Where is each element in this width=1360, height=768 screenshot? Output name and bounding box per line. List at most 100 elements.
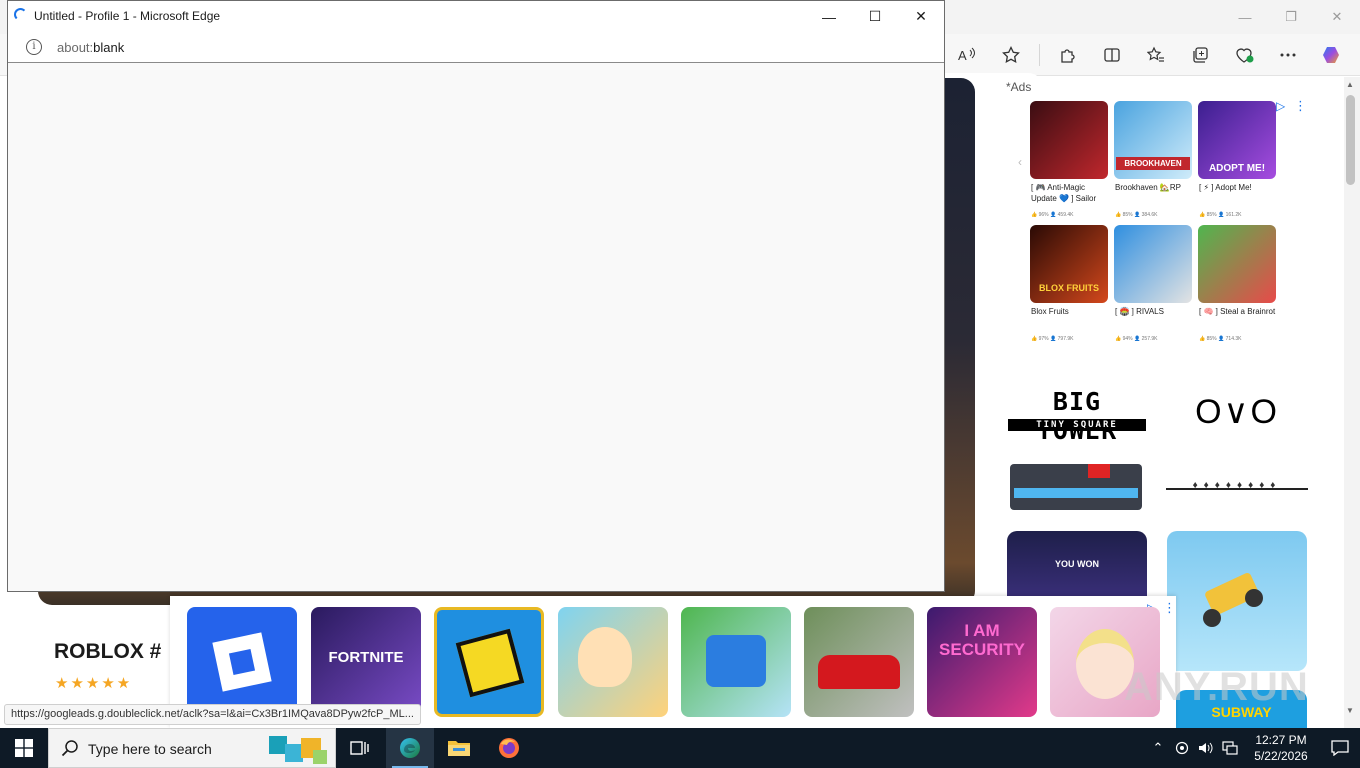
ad-tile[interactable] [1030, 101, 1108, 179]
meet-now-icon[interactable] [1170, 741, 1194, 755]
watermark: ANY.RUN [1124, 665, 1309, 709]
start-button[interactable] [0, 728, 48, 768]
popup-browser-window: Untitled - Profile 1 - Microsoft Edge — … [7, 0, 945, 592]
copilot-icon[interactable] [1312, 39, 1352, 71]
ad-caption[interactable]: [ 🎮 Anti-Magic Update 💙 ] Sailor [1031, 182, 1111, 204]
ad-caption[interactable]: [ ⚡ ] Adopt Me! [1199, 182, 1279, 193]
toolbar-icons: A [947, 34, 1352, 76]
taskbar-firefox-app[interactable] [485, 728, 533, 768]
task-view-icon [350, 741, 369, 755]
search-highlight-puzzle-icon [269, 736, 327, 764]
popup-titlebar: Untitled - Profile 1 - Microsoft Edge — … [8, 1, 944, 32]
ovo-game-tile[interactable]: O∨O ♦♦♦♦♦♦♦♦ [1166, 372, 1308, 512]
read-aloud-icon[interactable]: A [947, 39, 987, 71]
ad-tile[interactable]: BROOKHAVEN [1114, 101, 1192, 179]
i-am-security-app-ad[interactable]: I AM SECURITY [927, 607, 1037, 717]
ad-caption[interactable]: [ 🏟️ ] RIVALS [1115, 306, 1195, 317]
ad-more-icon[interactable]: ⋮ [1294, 98, 1307, 114]
ad-choices-icon[interactable]: ▷ [1276, 99, 1285, 113]
restore-button[interactable]: ❐ [1268, 0, 1314, 34]
minimize-button[interactable]: — [1222, 0, 1268, 34]
ad-caption[interactable]: Brookhaven 🏡RP [1115, 182, 1195, 193]
loading-spinner-icon [14, 8, 27, 21]
geometry-dash-app-ad[interactable] [434, 607, 544, 717]
show-hidden-icons-chevron-icon[interactable]: ⌃ [1146, 740, 1170, 756]
ad-more-icon[interactable]: ⋮ [1163, 600, 1176, 616]
ad-stat: 👍 85% 👤 161.2K [1199, 212, 1242, 218]
ads-label: *Ads [1006, 80, 1032, 94]
ad-tile-text: ADOPT ME! [1208, 163, 1266, 174]
toca-character-icon [578, 627, 632, 687]
clock-time: 12:27 PM [1255, 733, 1307, 747]
volume-icon[interactable] [1194, 741, 1218, 755]
split-screen-icon[interactable] [1092, 39, 1132, 71]
browser-essentials-icon[interactable] [1224, 39, 1264, 71]
dog-runner-app-ad[interactable] [681, 607, 791, 717]
minimize-button[interactable]: — [806, 1, 852, 32]
network-icon[interactable] [1218, 741, 1242, 755]
taskbar-search-box[interactable]: Type here to search [48, 728, 336, 768]
popup-address-bar[interactable]: i about:blank [8, 32, 944, 63]
url-scheme: about: [57, 40, 94, 55]
you-won-text: YOU WON [1055, 559, 1099, 569]
maximize-button[interactable]: ☐ [852, 1, 898, 32]
extensions-icon[interactable] [1048, 39, 1088, 71]
firefox-logo-icon [499, 738, 519, 758]
search-placeholder: Type here to search [88, 741, 212, 757]
ad-caption[interactable]: Blox Fruits [1031, 306, 1111, 317]
red-car-icon [818, 655, 900, 689]
favorite-star-icon[interactable] [991, 39, 1031, 71]
ad-stat: 👍 85% 👤 384.6K [1115, 212, 1158, 218]
favorites-icon[interactable] [1136, 39, 1176, 71]
ad-tile-text: BLOX FRUITS [1039, 283, 1099, 293]
dog-icon [706, 635, 766, 687]
ad-stat: 👍 97% 👤 797.9K [1031, 336, 1074, 342]
scroll-down-arrow[interactable]: ▼ [1346, 706, 1354, 715]
car-racing-app-ad[interactable] [804, 607, 914, 717]
i-am-security-label: I AM SECURITY [939, 621, 1025, 659]
collections-icon[interactable] [1180, 39, 1220, 71]
close-button[interactable]: ✕ [1314, 0, 1360, 34]
ad-tile[interactable] [1114, 225, 1192, 303]
close-button[interactable]: ✕ [898, 1, 944, 32]
more-options-icon[interactable] [1268, 39, 1308, 71]
site-info-icon[interactable]: i [26, 39, 42, 55]
scroll-thumb[interactable] [1346, 95, 1355, 185]
toolbar-separator [1039, 44, 1040, 66]
taskbar-edge-app[interactable] [386, 728, 434, 768]
taskbar-file-explorer-app[interactable] [435, 728, 483, 768]
ad-tile[interactable]: BLOX FRUITS [1030, 225, 1108, 303]
page-title: ROBLOX # [54, 640, 162, 663]
water-bar [1014, 488, 1138, 498]
fortnite-label: FORTNITE [328, 649, 404, 666]
taskbar-clock[interactable]: 12:27 PM 5/22/2026 [1242, 732, 1320, 764]
carousel-prev-icon[interactable]: ‹ [1018, 155, 1022, 169]
ad-stat: 👍 94% 👤 257.9K [1115, 336, 1158, 342]
edge-logo-icon [400, 738, 420, 758]
notifications-button[interactable] [1320, 740, 1360, 756]
toca-world-app-ad[interactable] [558, 607, 668, 717]
background-window-controls: — ❐ ✕ [1222, 0, 1360, 34]
ad-tile[interactable]: ADOPT ME! [1198, 101, 1276, 179]
windows-logo-icon [15, 739, 33, 757]
search-icon [61, 740, 78, 757]
system-tray: ⌃ 12:27 PM 5/22/2026 [1146, 728, 1360, 768]
tiny-square [1088, 464, 1110, 478]
monster-truck-game-tile[interactable] [1167, 531, 1307, 671]
popup-page-body [8, 64, 944, 591]
ovo-logo: O∨O [1195, 393, 1279, 431]
ad-tile-text: BROOKHAVEN [1116, 157, 1190, 170]
ad-tile[interactable] [1198, 225, 1276, 303]
scroll-up-arrow[interactable]: ▲ [1346, 80, 1354, 89]
roblox-app-ad[interactable] [187, 607, 297, 717]
task-view-button[interactable] [336, 728, 384, 768]
tower-platform [1010, 464, 1142, 510]
taskbar: Type here to search ⌃ 12:27 PM 5/22/2026 [0, 728, 1360, 768]
you-won-game-tile[interactable]: YOU WON [1007, 531, 1147, 601]
popup-url[interactable]: about:blank [57, 40, 124, 55]
ad-caption[interactable]: [ 🧠 ] Steal a Brainrot [1199, 306, 1279, 317]
fortnite-app-ad[interactable]: FORTNITE [311, 607, 421, 717]
truck-wheel [1245, 589, 1263, 607]
big-tower-game-tile[interactable]: BIG TOWER TINY SQUARE [1006, 372, 1148, 512]
rating-stars: ★★★★★ [55, 675, 133, 692]
